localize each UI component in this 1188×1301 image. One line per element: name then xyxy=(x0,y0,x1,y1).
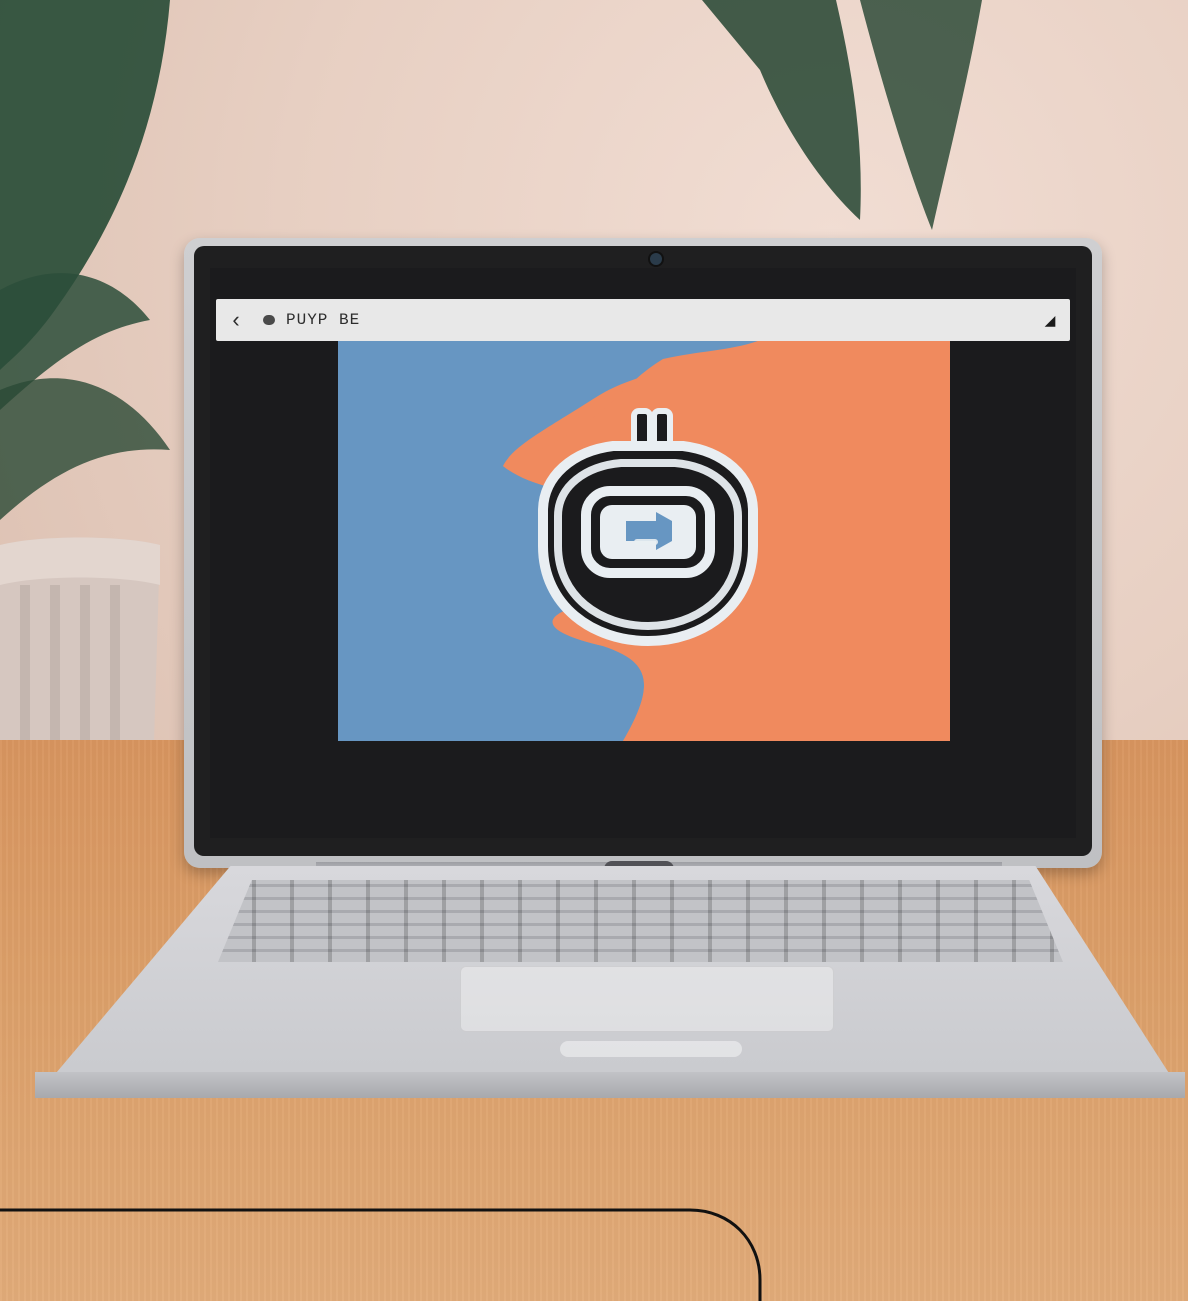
photo-scene: ‹ PUYP BE ◢ xyxy=(0,0,1188,1301)
rounded-corner-line xyxy=(0,1208,762,1301)
